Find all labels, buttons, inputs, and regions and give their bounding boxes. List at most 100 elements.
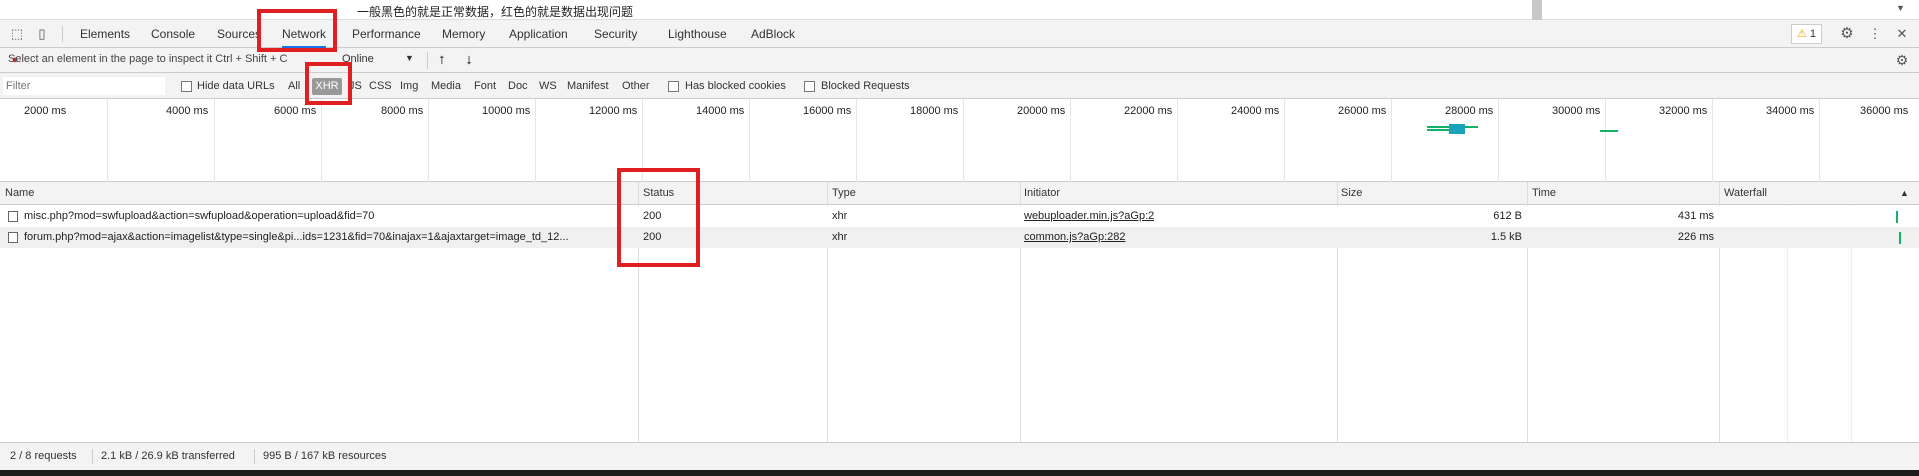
- column-time[interactable]: Time: [1532, 182, 1556, 205]
- overview-request-block: [1449, 124, 1465, 134]
- hide-data-urls-label: Hide data URLs: [197, 80, 275, 92]
- blocked-cookies-label: Has blocked cookies: [685, 80, 786, 92]
- divider: [62, 26, 63, 42]
- page-scrollbar[interactable]: [1532, 0, 1542, 20]
- grid-line: [1498, 99, 1499, 182]
- tick-label: 22000 ms: [1124, 105, 1173, 117]
- waterfall-bar: [1899, 232, 1901, 244]
- request-size: 612 B: [1493, 210, 1522, 222]
- overview-request-line: [1427, 129, 1449, 131]
- hide-data-urls-checkbox[interactable]: [181, 81, 192, 92]
- taskbar-edge: [0, 470, 1919, 476]
- grid-line: [749, 99, 750, 182]
- devtools-tabbar: ⬚ ▯ Elements Console Sources Network Per…: [0, 20, 1919, 48]
- tick-label: 8000 ms: [381, 105, 424, 117]
- column-type[interactable]: Type: [832, 182, 856, 205]
- table-row[interactable]: forum.php?mod=ajax&action=imagelist&type…: [0, 227, 1919, 248]
- chevron-down-icon[interactable]: ▼: [405, 53, 414, 63]
- column-size[interactable]: Size: [1341, 182, 1362, 205]
- tab-adblock[interactable]: AdBlock: [751, 20, 795, 48]
- inspect-element-icon[interactable]: ⬚: [8, 25, 26, 43]
- tab-console[interactable]: Console: [151, 20, 195, 48]
- filter-media[interactable]: Media: [431, 80, 461, 92]
- device-toolbar-icon[interactable]: ▯: [33, 25, 51, 43]
- column-status[interactable]: Status: [643, 182, 674, 205]
- kebab-icon[interactable]: ⋮: [1866, 25, 1884, 43]
- sort-ascending-icon[interactable]: ▲: [1900, 182, 1909, 205]
- tab-performance[interactable]: Performance: [352, 20, 421, 48]
- download-icon[interactable]: ⭣: [460, 51, 478, 69]
- upload-icon[interactable]: ⭡: [433, 51, 451, 69]
- tick-label: 32000 ms: [1659, 105, 1708, 117]
- timeline-overview[interactable]: 2000 ms 4000 ms 6000 ms 8000 ms 10000 ms…: [0, 99, 1919, 182]
- request-initiator-link[interactable]: common.js?aGp:282: [1024, 227, 1126, 248]
- filter-manifest[interactable]: Manifest: [567, 80, 609, 92]
- warnings-badge[interactable]: ⚠ 1: [1791, 24, 1822, 44]
- resources-size: 995 B / 167 kB resources: [263, 450, 387, 462]
- grid-line: [856, 99, 857, 182]
- filter-input[interactable]: [3, 77, 165, 95]
- waterfall-bar: [1896, 211, 1898, 223]
- network-toolbar: ● Select an element in the page to inspe…: [0, 48, 1919, 73]
- tick-label: 30000 ms: [1552, 105, 1601, 117]
- tab-memory[interactable]: Memory: [442, 20, 485, 48]
- tab-lighthouse[interactable]: Lighthouse: [668, 20, 727, 48]
- tick-label: 24000 ms: [1231, 105, 1280, 117]
- tick-label: 14000 ms: [696, 105, 745, 117]
- filter-js[interactable]: JS: [349, 80, 362, 92]
- close-icon[interactable]: ✕: [1893, 25, 1911, 43]
- network-settings-icon[interactable]: ⚙: [1893, 51, 1911, 69]
- filter-img[interactable]: Img: [400, 80, 418, 92]
- tick-label: 34000 ms: [1766, 105, 1815, 117]
- tab-application[interactable]: Application: [509, 20, 568, 48]
- divider: [92, 449, 93, 464]
- tick-label: 26000 ms: [1338, 105, 1387, 117]
- gear-icon[interactable]: ⚙: [1838, 25, 1856, 43]
- blocked-requests-label: Blocked Requests: [821, 80, 910, 92]
- grid-line: [963, 99, 964, 182]
- request-initiator-link[interactable]: webuploader.min.js?aGp:2: [1024, 206, 1154, 227]
- tab-network[interactable]: Network: [282, 20, 327, 48]
- page-content-strip: 一般黑色的就是正常数据，红色的就是数据出现问题 ▼: [0, 0, 1919, 20]
- overview-request-line: [1600, 130, 1618, 132]
- request-size: 1.5 kB: [1490, 231, 1522, 243]
- tab-security[interactable]: Security: [594, 20, 637, 48]
- filter-css[interactable]: CSS: [369, 80, 392, 92]
- page-text: 一般黑色的就是正常数据，红色的就是数据出现问题: [357, 5, 634, 19]
- tick-label: 20000 ms: [1017, 105, 1066, 117]
- warning-icon: ⚠: [1797, 28, 1807, 40]
- grid-line: [214, 99, 215, 182]
- request-time: 431 ms: [1677, 210, 1714, 222]
- filter-xhr[interactable]: XHR: [312, 78, 342, 95]
- grid-line: [1605, 99, 1606, 182]
- tab-elements[interactable]: Elements: [80, 20, 130, 48]
- filter-ws[interactable]: WS: [539, 80, 557, 92]
- scroll-down-icon[interactable]: ▼: [1896, 3, 1905, 13]
- divider: [254, 449, 255, 464]
- request-type: xhr: [832, 210, 848, 222]
- grid-line: [107, 99, 108, 182]
- request-name: misc.php?mod=swfupload&action=swfupload&…: [24, 210, 375, 222]
- grid-line: [1284, 99, 1285, 182]
- blocked-requests-checkbox[interactable]: [804, 81, 815, 92]
- column-name[interactable]: Name: [5, 182, 34, 205]
- filter-all[interactable]: All: [288, 80, 300, 92]
- request-status: 200: [643, 231, 662, 243]
- table-row[interactable]: misc.php?mod=swfupload&action=swfupload&…: [0, 206, 1919, 227]
- grid-line: [1391, 99, 1392, 182]
- column-initiator[interactable]: Initiator: [1024, 182, 1060, 205]
- blocked-cookies-checkbox[interactable]: [668, 81, 679, 92]
- grid-line: [1177, 99, 1178, 182]
- throttling-select[interactable]: Online: [342, 53, 374, 65]
- request-name: forum.php?mod=ajax&action=imagelist&type…: [24, 231, 569, 243]
- filter-font[interactable]: Font: [474, 80, 496, 92]
- filter-other[interactable]: Other: [622, 80, 650, 92]
- grid-line: [535, 99, 536, 182]
- column-waterfall[interactable]: Waterfall: [1724, 182, 1767, 205]
- tick-label: 36000 ms: [1860, 105, 1909, 117]
- request-type: xhr: [832, 231, 848, 243]
- grid-line: [428, 99, 429, 182]
- filter-doc[interactable]: Doc: [508, 80, 528, 92]
- tick-label: 6000 ms: [274, 105, 317, 117]
- tab-sources[interactable]: Sources: [217, 20, 261, 48]
